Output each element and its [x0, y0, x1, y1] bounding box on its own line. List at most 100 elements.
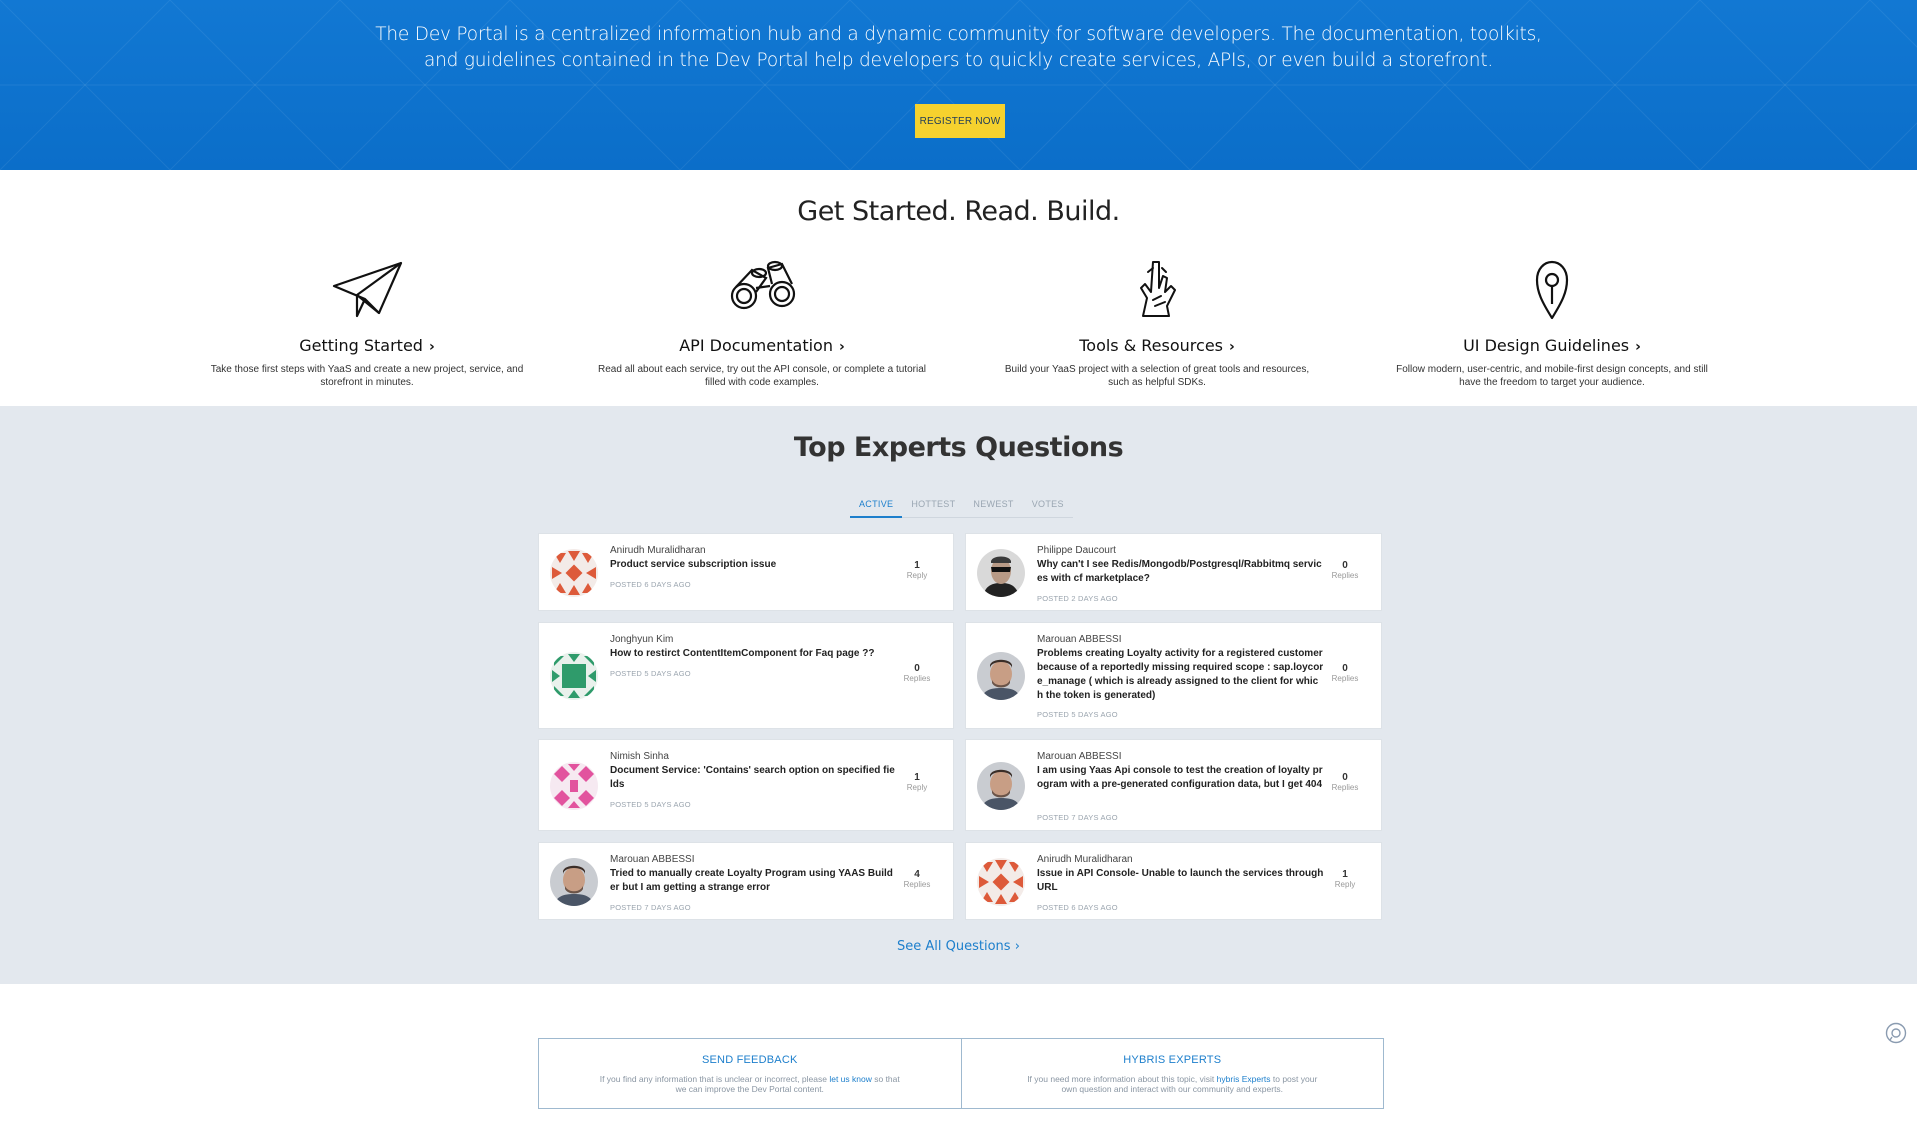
- identicon-avatar: [550, 549, 598, 597]
- reply-count: 1 Reply: [897, 560, 937, 580]
- question-card[interactable]: Nimish Sinha Document Service: 'Contains…: [538, 739, 954, 831]
- reply-count-number: 0: [1342, 560, 1348, 571]
- reply-count-label: Reply: [1334, 880, 1356, 889]
- question-card[interactable]: Anirudh Muralidharan Issue in API Consol…: [965, 842, 1382, 920]
- question-title[interactable]: Product service subscription issue: [610, 558, 897, 572]
- question-title[interactable]: Tried to manually create Loyalty Program…: [610, 867, 897, 895]
- reply-count-label: Replies: [903, 674, 931, 683]
- tools-resources-link[interactable]: Tools & Resources ›: [1079, 336, 1235, 355]
- reply-count-number: 0: [914, 663, 920, 674]
- question-title[interactable]: Why can't I see Redis/Mongodb/Postgresql…: [1037, 558, 1324, 586]
- send-feedback-box: SEND FEEDBACK If you find any informatio…: [539, 1039, 961, 1108]
- feature-description: Follow modern, user-centric, and mobile-…: [1396, 364, 1708, 388]
- photo-avatar: [977, 762, 1025, 810]
- reply-count-label: Replies: [903, 880, 931, 889]
- question-author[interactable]: Marouan ABBESSI: [1037, 751, 1122, 762]
- question-posted: POSTED 5 DAYS AGO: [610, 669, 691, 678]
- avatar: [550, 858, 598, 906]
- avatar: [977, 549, 1025, 597]
- question-title[interactable]: I am using Yaas Api console to test the …: [1037, 764, 1324, 792]
- identicon-avatar: [977, 858, 1025, 906]
- reply-count-label: Replies: [1331, 674, 1359, 683]
- question-posted: POSTED 5 DAYS AGO: [1037, 710, 1118, 719]
- question-author[interactable]: Marouan ABBESSI: [610, 854, 695, 865]
- identicon-avatar: [550, 652, 598, 700]
- paper-plane-icon: [332, 261, 403, 318]
- chevron-right-icon: ›: [1229, 339, 1235, 355]
- question-card[interactable]: Marouan ABBESSI I am using Yaas Api cons…: [965, 739, 1382, 831]
- question-title[interactable]: Issue in API Console- Unable to launch t…: [1037, 867, 1324, 895]
- question-title[interactable]: Document Service: 'Contains' search opti…: [610, 764, 897, 792]
- tab-hottest[interactable]: HOTTEST: [902, 493, 965, 518]
- question-posted: POSTED 5 DAYS AGO: [610, 800, 691, 809]
- question-author[interactable]: Anirudh Muralidharan: [1037, 854, 1133, 865]
- question-posted: POSTED 6 DAYS AGO: [1037, 903, 1118, 912]
- reply-count-label: Replies: [1331, 571, 1359, 580]
- feature-getting-started: Getting Started › Take those first steps …: [197, 258, 537, 389]
- binoculars-icon: [730, 260, 796, 310]
- reply-count-number: 1: [914, 560, 920, 571]
- avatar: [977, 652, 1025, 700]
- hybris-experts-link[interactable]: hybris Experts: [1217, 1074, 1271, 1084]
- question-card[interactable]: Jonghyun Kim How to restirct ContentItem…: [538, 622, 954, 729]
- see-all-questions-link[interactable]: See All Questions ›: [897, 939, 1020, 954]
- chevron-right-icon: ›: [1635, 339, 1641, 355]
- question-card[interactable]: Marouan ABBESSI Problems creating Loyalt…: [965, 622, 1382, 729]
- reply-count: 1 Reply: [1325, 869, 1365, 889]
- question-author[interactable]: Jonghyun Kim: [610, 634, 673, 645]
- reply-count: 0 Replies: [897, 663, 937, 683]
- reply-count: 1 Reply: [897, 772, 937, 792]
- hero-description: The Dev Portal is a centralized informat…: [375, 24, 1542, 71]
- photo-avatar: [977, 549, 1025, 597]
- hybris-experts-text: If you need more information about this …: [1027, 1074, 1318, 1094]
- chat-support-icon[interactable]: [1885, 1022, 1907, 1044]
- tab-newest[interactable]: NEWEST: [964, 493, 1023, 518]
- ui-design-guidelines-link[interactable]: UI Design Guidelines ›: [1463, 336, 1641, 355]
- reply-count: 4 Replies: [897, 869, 937, 889]
- photo-avatar: [977, 652, 1025, 700]
- reply-count: 0 Replies: [1325, 663, 1365, 683]
- questions-tabs: ACTIVE HOTTEST NEWEST VOTES: [850, 493, 1073, 525]
- hand-tools-icon: [1140, 261, 1176, 317]
- question-author[interactable]: Marouan ABBESSI: [1037, 634, 1122, 645]
- top-experts-questions-section: Top Experts Questions ACTIVE HOTTEST NEW…: [0, 406, 1917, 984]
- feature-ui-design-guidelines: UI Design Guidelines › Follow modern, use…: [1382, 258, 1722, 389]
- reply-count-number: 1: [914, 772, 920, 783]
- chevron-right-icon: ›: [1014, 939, 1020, 954]
- tab-votes[interactable]: VOTES: [1022, 493, 1073, 518]
- getting-started-link[interactable]: Getting Started ›: [299, 336, 434, 355]
- hybris-experts-title[interactable]: HYBRIS EXPERTS: [962, 1054, 1384, 1066]
- feature-description: Build your YaaS project with a selection…: [1004, 364, 1310, 388]
- send-feedback-text: If you find any information that is uncl…: [599, 1074, 900, 1094]
- avatar: [977, 858, 1025, 906]
- tab-active[interactable]: ACTIVE: [850, 493, 903, 518]
- reply-count-number: 0: [1342, 663, 1348, 674]
- reply-count-number: 1: [1342, 869, 1348, 880]
- question-posted: POSTED 2 DAYS AGO: [1037, 594, 1118, 603]
- get-started-title: Get Started. Read. Build.: [797, 196, 1120, 227]
- chevron-right-icon: ›: [838, 339, 845, 355]
- question-card[interactable]: Philippe Daucourt Why can't I see Redis/…: [965, 533, 1382, 611]
- map-pin-icon: [1535, 260, 1569, 320]
- question-title[interactable]: How to restirct ContentItemComponent for…: [610, 647, 897, 661]
- question-title[interactable]: Problems creating Loyalty activity for a…: [1037, 647, 1324, 703]
- questions-title: Top Experts Questions: [793, 432, 1124, 463]
- footer-help-boxes: SEND FEEDBACK If you find any informatio…: [538, 1038, 1384, 1109]
- identicon-avatar: [550, 762, 598, 810]
- api-documentation-link[interactable]: API Documentation ›: [679, 336, 845, 355]
- question-author[interactable]: Nimish Sinha: [610, 751, 669, 762]
- avatar: [550, 762, 598, 810]
- question-posted: POSTED 7 DAYS AGO: [610, 903, 691, 912]
- question-author[interactable]: Philippe Daucourt: [1037, 545, 1116, 556]
- question-card[interactable]: Anirudh Muralidharan Product service sub…: [538, 533, 954, 611]
- question-card[interactable]: Marouan ABBESSI Tried to manually create…: [538, 842, 954, 920]
- let-us-know-link[interactable]: let us know: [829, 1074, 872, 1084]
- hybris-experts-box: HYBRIS EXPERTS If you need more informat…: [960, 1039, 1384, 1108]
- avatar: [550, 652, 598, 700]
- question-author[interactable]: Anirudh Muralidharan: [610, 545, 706, 556]
- avatar: [977, 762, 1025, 810]
- feature-tools-resources: Tools & Resources › Build your YaaS proje…: [987, 258, 1327, 389]
- send-feedback-title[interactable]: SEND FEEDBACK: [539, 1054, 961, 1066]
- reply-count-number: 4: [914, 869, 920, 880]
- register-now-button[interactable]: REGISTER NOW: [915, 104, 1005, 138]
